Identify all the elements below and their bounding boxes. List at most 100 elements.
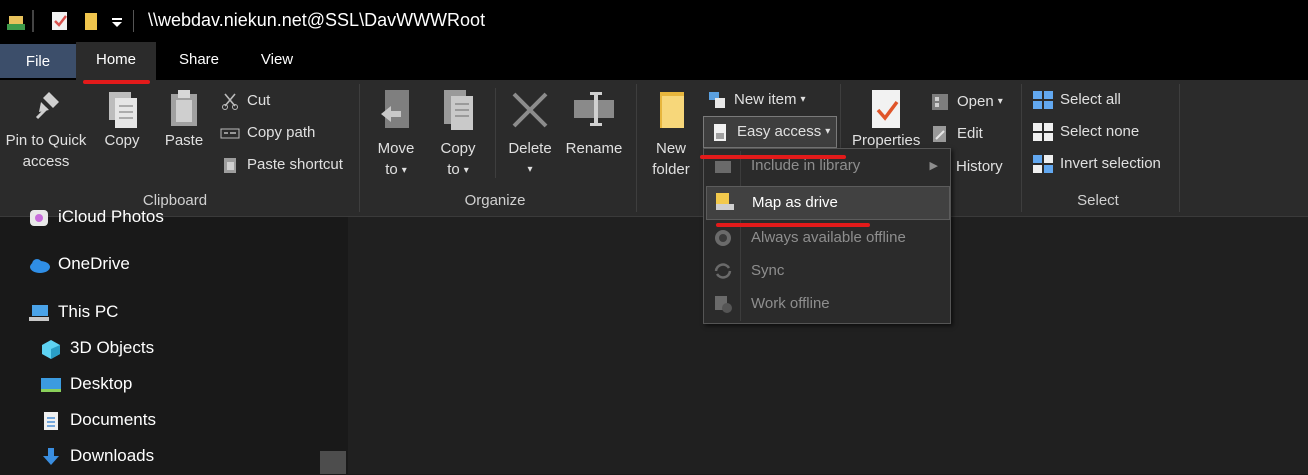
menu-item-label: Always available offline [751, 229, 906, 246]
easy-access-label: Easy access [737, 123, 822, 140]
copy-to-label-line2: to ▾ [447, 161, 469, 178]
paste-shortcut-label: Paste shortcut [247, 156, 343, 173]
copy-button[interactable]: Copy [98, 88, 146, 151]
nav-label: Downloads [70, 446, 155, 465]
tab-share[interactable]: Share [158, 42, 240, 78]
copy-to-button[interactable]: Copy to ▾ [432, 88, 484, 181]
explorer-app-icon[interactable] [6, 10, 26, 32]
copy-to-label-line1: Copy [440, 140, 476, 157]
copy-to-icon [438, 88, 478, 132]
nav-item-downloads[interactable]: Downloads [40, 443, 154, 469]
open-button[interactable]: Open ▾ [930, 90, 1003, 114]
menu-item-label: Work offline [751, 295, 830, 312]
paste-button[interactable]: Paste [160, 88, 208, 151]
move-to-button[interactable]: Move to ▾ [370, 88, 422, 181]
nav-label: 3D Objects [70, 338, 155, 357]
organize-inner-divider [495, 88, 496, 178]
menu-item-work-offline[interactable]: Work offline [706, 289, 948, 319]
easy-access-menu: Include in library ▶ Map as drive Always… [703, 148, 951, 324]
new-folder-button[interactable]: New folder [645, 88, 697, 180]
nav-item-onedrive[interactable]: OneDrive [28, 251, 130, 277]
copy-icon [103, 88, 141, 130]
nav-item-3d-objects[interactable]: 3D Objects [40, 335, 154, 361]
desktop-icon [40, 375, 62, 395]
rename-button[interactable]: Rename [563, 88, 625, 159]
copy-path-label: Copy path [247, 124, 316, 141]
download-arrow-icon [40, 447, 62, 467]
paste-label: Paste [164, 132, 204, 149]
new-folder-label-line1: New [655, 140, 686, 157]
window-title-path: \\webdav.niekun.net@SSL\DavWWWRoot [148, 10, 486, 30]
edit-button[interactable]: Edit [930, 122, 983, 146]
pin-label-line2: access [22, 153, 70, 170]
nav-item-desktop[interactable]: Desktop [40, 371, 132, 397]
paste-icon [165, 88, 203, 130]
menu-item-label: Map as drive [752, 194, 838, 211]
paste-shortcut-button[interactable]: Paste shortcut [220, 153, 343, 177]
offline-sync-icon [712, 228, 734, 248]
menu-item-map-as-drive[interactable]: Map as drive [706, 186, 950, 220]
nav-scrollbar-thumb[interactable] [320, 451, 346, 474]
select-none-label: Select none [1060, 123, 1140, 140]
ribbon-home: Pin to Quick access Copy Paste Cut Copy … [0, 80, 1308, 217]
annotation-underline-map-as-drive [716, 223, 870, 227]
copy-path-icon [220, 124, 240, 142]
library-icon [712, 156, 734, 176]
submenu-arrow-icon: ▶ [929, 160, 938, 172]
open-label: Open [957, 93, 994, 110]
rename-label: Rename [565, 140, 623, 157]
move-to-icon [377, 88, 415, 132]
nav-item-icloud-photos[interactable]: iCloud Photos [28, 204, 164, 230]
properties-quick-icon[interactable] [50, 10, 70, 32]
new-item-label: New item [734, 91, 797, 108]
ribbon-tabs: File Home Share View [0, 42, 1308, 80]
documents-icon [40, 411, 62, 431]
annotation-underline-easy-access [700, 155, 846, 159]
easy-access-icon [710, 123, 730, 142]
menu-item-sync[interactable]: Sync [706, 256, 948, 286]
select-none-button[interactable]: Select none [1033, 120, 1139, 144]
onedrive-cloud-icon [28, 255, 50, 275]
nav-item-documents[interactable]: Documents [40, 407, 156, 433]
map-drive-icon [713, 192, 735, 212]
menu-item-always-available-offline[interactable]: Always available offline [706, 223, 948, 253]
cut-label: Cut [247, 92, 271, 109]
navigation-pane: iCloud Photos OneDrive This PC 3D Object… [0, 207, 348, 474]
properties-button[interactable]: Properties [852, 88, 920, 151]
invert-selection-button[interactable]: Invert selection [1033, 152, 1161, 176]
new-folder-quick-icon[interactable] [82, 10, 102, 32]
select-group-label: Select [1077, 192, 1119, 209]
delete-icon [510, 88, 550, 132]
pin-to-quick-access-button[interactable]: Pin to Quick access [2, 88, 90, 172]
cut-button[interactable]: Cut [220, 89, 270, 113]
delete-dropdown-arrow[interactable]: ▾ [504, 159, 556, 180]
tab-file[interactable]: File [0, 44, 76, 78]
invert-selection-label: Invert selection [1060, 155, 1161, 172]
work-offline-icon [712, 294, 734, 314]
organize-group-label: Organize [464, 192, 526, 209]
pin-icon [29, 88, 63, 122]
move-to-label-line1: Move [377, 140, 415, 157]
new-item-button[interactable]: New item ▾ [707, 88, 806, 112]
delete-label: Delete [508, 140, 552, 157]
copy-path-button[interactable]: Copy path [220, 121, 315, 145]
tab-view[interactable]: View [240, 42, 314, 78]
properties-icon [868, 88, 904, 130]
group-divider [636, 84, 637, 212]
menu-item-label: Sync [751, 262, 785, 279]
tab-home[interactable]: Home [76, 42, 156, 80]
cube-3d-icon [40, 339, 62, 359]
edit-icon [930, 125, 950, 143]
nav-label: This PC [58, 302, 119, 321]
nav-label: Documents [70, 410, 156, 429]
delete-button[interactable]: Delete ▾ [504, 88, 556, 180]
history-button[interactable]: History [956, 155, 1003, 179]
nav-item-this-pc[interactable]: This PC [28, 299, 118, 325]
easy-access-button[interactable]: Easy access ▾ [703, 116, 838, 148]
edit-label: Edit [957, 125, 983, 142]
select-all-icon [1033, 91, 1053, 110]
title-divider [133, 10, 134, 32]
icloud-photos-icon [28, 208, 50, 228]
customize-quick-access-icon[interactable] [110, 12, 130, 34]
select-all-button[interactable]: Select all [1033, 88, 1121, 112]
